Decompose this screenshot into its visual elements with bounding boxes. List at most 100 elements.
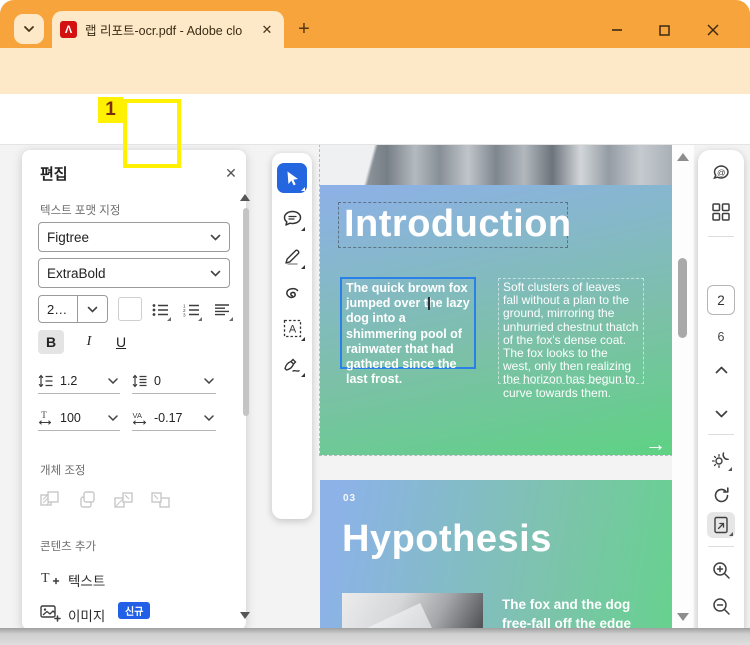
rotate-page-icon[interactable]	[709, 483, 733, 507]
scroll-down-arrow[interactable]	[677, 613, 689, 621]
total-pages: 6	[717, 330, 725, 344]
panel-scroll-up-arrow[interactable]	[240, 194, 250, 201]
plane-shape	[350, 603, 440, 628]
horizontal-scale-value: 100	[60, 410, 81, 425]
send-backward-icon[interactable]	[149, 488, 173, 512]
window-bottom-edge	[0, 628, 750, 645]
char-spacing-value: -0.17	[154, 410, 183, 425]
paper-plane-image[interactable]	[342, 593, 483, 628]
document-workspace: Introduction The quick brown fox jumped …	[0, 145, 750, 628]
text-format-label: 텍스트 포맷 지정	[40, 205, 121, 217]
pdf-page-hypothesis[interactable]: 03 Hypothesis The fox and the dog free-f…	[320, 480, 672, 628]
tab-title: 랩 리포트-ocr.pdf - Adobe clo	[85, 24, 243, 38]
font-size-value: 2…	[47, 301, 68, 317]
flip-horizontal-icon[interactable]	[38, 488, 62, 512]
window-minimize-button[interactable]	[602, 18, 632, 42]
next-page-arrow: →	[645, 433, 666, 456]
current-page-indicator[interactable]: 2	[707, 285, 735, 315]
browser-frame-top: Λ 랩 리포트-ocr.pdf - Adobe clo ✕ +	[0, 0, 750, 48]
font-family-dropdown[interactable]: Figtree	[38, 222, 230, 252]
annotation-highlight-box	[123, 99, 181, 168]
svg-text:T: T	[41, 571, 50, 586]
edit-panel: 편집 ✕ 텍스트 포맷 지정 Figtree ExtraBold 2… 1 2 …	[22, 150, 250, 628]
line-spacing-value: 1.2	[60, 373, 78, 388]
font-style-value: ExtraBold	[47, 265, 106, 281]
divider	[708, 236, 734, 237]
bring-forward-icon[interactable]	[112, 488, 136, 512]
line-spacing-icon	[38, 374, 58, 388]
horizontal-scale-icon: T	[38, 410, 58, 425]
chevron-down-icon	[210, 270, 221, 277]
chevron-down-icon	[210, 234, 221, 241]
paragraph-spacing-field[interactable]: 0	[132, 368, 216, 394]
pdf-page-introduction[interactable]: Introduction The quick brown fox jumped …	[319, 145, 673, 456]
panel-scrollbar-thumb[interactable]	[243, 208, 249, 416]
pdf-favicon-icon: Λ	[60, 21, 77, 38]
char-spacing-icon: VA	[132, 410, 152, 425]
comments-panel-icon[interactable]: @	[709, 162, 733, 186]
font-size-combo[interactable]: 2…	[38, 295, 108, 323]
lab-glassware-image	[320, 145, 672, 185]
page-thumbnails-icon[interactable]	[709, 200, 733, 224]
svg-text:VA: VA	[133, 411, 142, 420]
page-gradient-background: Introduction The quick brown fox jumped …	[320, 185, 672, 456]
char-spacing-field[interactable]: VA -0.17	[132, 405, 216, 431]
chevron-down-icon	[108, 377, 120, 384]
document-scrollbar-thumb[interactable]	[678, 258, 687, 338]
window-maximize-button[interactable]	[649, 18, 679, 42]
close-icon[interactable]: ✕	[222, 164, 240, 182]
numbered-list-icon[interactable]: 123	[179, 298, 203, 322]
fill-sign-tool-icon[interactable]	[277, 349, 307, 379]
tab-search-button[interactable]	[14, 14, 44, 44]
panel-scroll-down-arrow[interactable]	[240, 612, 250, 619]
browser-tab[interactable]: Λ 랩 리포트-ocr.pdf - Adobe clo ✕	[52, 11, 284, 48]
scroll-up-arrow[interactable]	[677, 153, 689, 161]
add-image-icon[interactable]	[38, 601, 62, 625]
zoom-in-icon[interactable]	[709, 558, 733, 582]
select-tool-icon[interactable]	[277, 163, 307, 193]
display-theme-icon[interactable]	[709, 448, 733, 472]
document-scrollbar[interactable]	[672, 145, 694, 628]
underline-button[interactable]: U	[108, 330, 134, 354]
flip-vertical-icon[interactable]	[75, 488, 99, 512]
object-section-label: 개체 조정	[40, 465, 86, 477]
browser-toolbar: acrobat.adobe.com/id/urn:...	[0, 48, 750, 136]
add-text-icon[interactable]: T	[38, 566, 62, 590]
intro-title[interactable]: Introduction	[344, 203, 572, 246]
slide-number: 03	[343, 493, 357, 504]
ocr-text-recognition-icon[interactable]: A	[277, 313, 307, 343]
previous-page-chevron-icon[interactable]	[709, 358, 733, 382]
window-close-button[interactable]	[698, 18, 728, 42]
tab-close-icon[interactable]: ✕	[258, 21, 276, 39]
bold-button[interactable]: B	[38, 330, 64, 354]
add-image-button[interactable]: 이미지	[68, 605, 105, 625]
hypothesis-title[interactable]: Hypothesis	[342, 518, 552, 561]
font-style-dropdown[interactable]: ExtraBold	[38, 258, 230, 288]
bullet-list-icon[interactable]	[148, 298, 172, 322]
selected-text-box[interactable]: The quick brown fox jumped over the lazy…	[340, 277, 476, 386]
comment-tool-icon[interactable]	[277, 203, 307, 233]
text-cursor	[428, 297, 430, 310]
draw-pencil-tool-icon[interactable]	[277, 241, 307, 271]
text-edit-box[interactable]: Soft clusters of leaves fall without a p…	[498, 278, 644, 399]
paragraph-spacing-icon	[132, 374, 152, 388]
text-color-swatch[interactable]	[118, 297, 142, 321]
line-spacing-field[interactable]: 1.2	[38, 368, 120, 394]
add-text-button[interactable]: 텍스트	[68, 570, 105, 590]
edit-panel-title: 편집	[40, 166, 68, 183]
horizontal-scale-field[interactable]: T 100	[38, 405, 120, 431]
selected-text: The quick brown fox jumped over the lazy…	[346, 281, 470, 387]
lasso-tool-icon[interactable]	[277, 278, 307, 308]
svg-text:T: T	[41, 410, 47, 420]
svg-text:3: 3	[183, 313, 186, 317]
chevron-down-icon	[108, 414, 120, 421]
new-tab-button[interactable]: +	[292, 17, 316, 41]
chevron-down-icon	[204, 414, 216, 421]
screen: Λ 랩 리포트-ocr.pdf - Adobe clo ✕ + Introduc…	[0, 0, 750, 645]
italic-button[interactable]: I	[76, 330, 102, 354]
alignment-icon[interactable]	[210, 298, 234, 322]
next-page-chevron-icon[interactable]	[709, 402, 733, 426]
hypothesis-caption[interactable]: The fox and the dog free-fall off the ed…	[502, 595, 662, 628]
page-fit-view-icon[interactable]	[707, 512, 735, 538]
zoom-out-icon[interactable]	[709, 594, 733, 618]
